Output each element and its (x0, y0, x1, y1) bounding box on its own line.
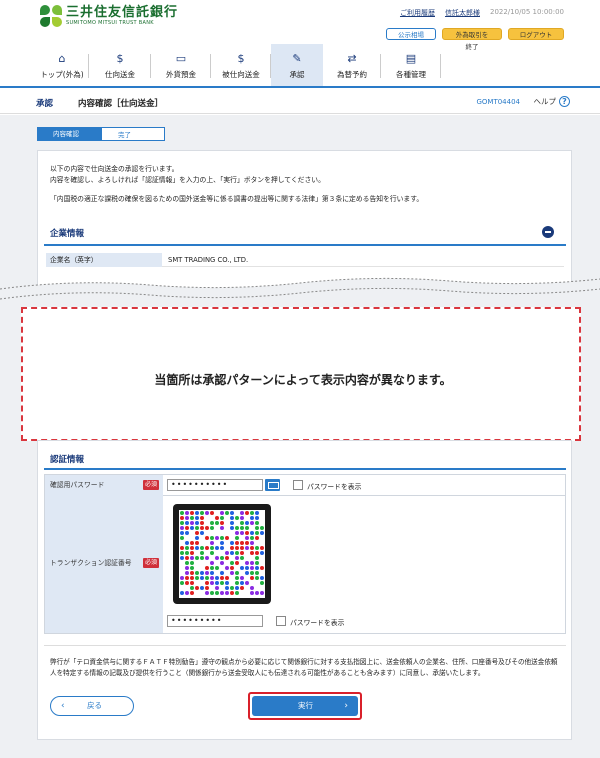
nav-label: 被仕向送金 (222, 70, 260, 79)
nav-item-outbound[interactable]: $ 仕向送金 (89, 44, 151, 88)
back-button[interactable]: ‹ 戻る (50, 696, 134, 716)
transaction-auth-label-text: トランザクション認証番号 (50, 559, 132, 567)
step-indicator: 内容確認 完了 (37, 127, 165, 141)
page-title-bar: 承認 内容確認［仕向送金］ GOMT04404 ヘルプ ? (0, 90, 600, 114)
disclosure-rate-button[interactable]: 公示相場 (386, 28, 436, 40)
company-name-value: SMT TRADING CO., LTD. (162, 253, 564, 267)
bank-name-en: SUMITOMO MITSUI TRUST BANK (66, 20, 154, 26)
notice-text: 当箇所は承認パターンによって表示内容が異なります。 (154, 373, 452, 387)
nav-label: トップ(外為) (40, 70, 84, 79)
bank-name-jp: 三井住友信託銀行 (66, 5, 179, 20)
auth-section-title: 認証情報 (50, 455, 85, 465)
tax-notice: 「内国税の適正な課税の確保を図るための国外送金等に係る調書の提出等に関する法律」… (50, 195, 424, 203)
nav-underline (0, 86, 600, 88)
password-input[interactable]: •••••••••• (167, 479, 263, 491)
fx-deposit-icon: ▭ (175, 52, 187, 65)
software-keyboard-icon[interactable] (265, 479, 280, 491)
nav-item-fx-deposit[interactable]: ▭ 外貨預金 (151, 44, 211, 88)
bank-logo[interactable]: 三井住友信託銀行 SUMITOMO MITSUI TRUST BANK (40, 5, 178, 27)
inbound-remittance-icon: $ (237, 52, 245, 65)
user-name-link[interactable]: 信託太郎様 (445, 8, 480, 18)
end-fx-button[interactable]: 外為取引を終了 (442, 28, 502, 51)
home-icon: ⌂ (58, 52, 66, 65)
management-icon: ▤ (405, 52, 417, 65)
approval-icon: ✎ (292, 52, 302, 65)
torn-edge-divider (0, 277, 600, 310)
show-password-label: パスワードを表示 (307, 483, 362, 491)
nav-item-top[interactable]: ⌂ トップ(外為) (35, 44, 89, 88)
execute-button-label: 実行 (298, 701, 313, 710)
nav-item-approval[interactable]: ✎ 承認 (271, 44, 323, 88)
usage-history-link[interactable]: ご利用履歴 (400, 8, 435, 18)
page-title: 内容確認［仕向送金］ (78, 99, 164, 109)
required-badge: 必須 (143, 558, 159, 568)
section-divider (44, 244, 566, 246)
help-link[interactable]: ヘルプ ? (533, 96, 570, 107)
show-tx-code-checkbox[interactable] (276, 616, 286, 626)
help-label: ヘルプ (533, 97, 557, 106)
main-nav: ⌂ トップ(外為) $ 仕向送金 ▭ 外貨預金 $ 被仕向送金 ✎ 承認 ⇄ 為… (35, 44, 565, 88)
nav-label: 仕向送金 (105, 70, 135, 79)
variable-content-notice: 当箇所は承認パターンによって表示内容が異なります。 (21, 307, 581, 441)
step-confirm: 内容確認 (37, 127, 101, 141)
bank-logo-icon (40, 5, 62, 27)
nav-item-management[interactable]: ▤ 各種管理 (381, 44, 441, 88)
nav-label: 外貨預金 (166, 70, 196, 79)
nav-label: 為替予約 (337, 70, 367, 79)
nav-item-fx-contract[interactable]: ⇄ 為替予約 (323, 44, 381, 88)
required-badge: 必須 (143, 480, 159, 490)
intro-text: 以下の内容で仕向送金の承認を行います。 内容を確認し、よろしければ「認証情報」を… (50, 164, 560, 186)
help-icon: ? (559, 96, 570, 107)
fx-contract-icon: ⇄ (347, 52, 357, 65)
qr-code-image (179, 510, 265, 598)
intro-line-1: 以下の内容で仕向送金の承認を行います。 (50, 165, 179, 173)
execute-button[interactable]: 実行 › (252, 696, 358, 716)
chevron-right-icon: › (344, 701, 348, 711)
chevron-left-icon: ‹ (61, 701, 65, 711)
outbound-remittance-icon: $ (116, 52, 124, 65)
section-divider (44, 468, 566, 470)
logout-button[interactable]: ログアウト (508, 28, 564, 40)
back-button-label: 戻る (87, 701, 102, 710)
show-tx-code-label: パスワードを表示 (290, 619, 345, 627)
intro-line-2: 内容を確認し、よろしければ「認証情報」を入力の上、「実行」ボタンを押してください… (50, 176, 325, 184)
page-category: 承認 (36, 99, 54, 109)
company-name-label: 企業名（英字） (46, 253, 162, 267)
nav-item-inbound[interactable]: $ 被仕向送金 (211, 44, 271, 88)
nav-label: 承認 (289, 70, 305, 79)
login-timestamp: 2022/10/05 10:00:00 (489, 8, 564, 16)
disclaimer-divider (44, 645, 566, 646)
show-password-checkbox[interactable] (293, 480, 303, 490)
collapse-icon[interactable] (542, 226, 554, 238)
transaction-code-input[interactable]: ••••••••• (167, 615, 263, 627)
company-section-title: 企業情報 (50, 229, 85, 239)
nav-label: 各種管理 (396, 70, 426, 79)
step-complete: 完了 (101, 127, 165, 141)
fatf-disclaimer: 弊行が「テロ資金供与に関するＦＡＴＦ特別勧告」遵守の観点から必要に応じて関係銀行… (50, 658, 558, 677)
transaction-qr-code (173, 504, 271, 604)
screen-code: GOMT04404 (476, 98, 520, 106)
